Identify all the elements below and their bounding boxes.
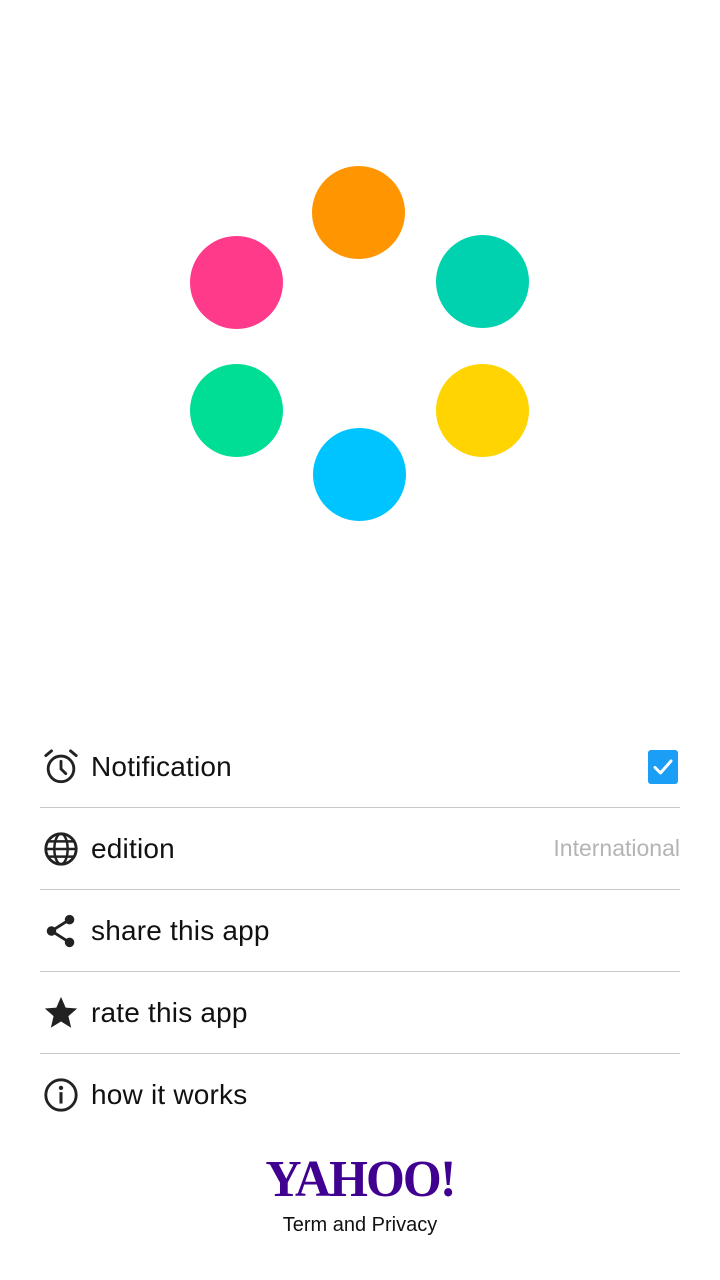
- pink-dot: [190, 236, 283, 329]
- share-row[interactable]: share this app: [40, 890, 680, 972]
- footer: YAHOO! Term and Privacy: [0, 1152, 720, 1237]
- yellow-dot: [436, 364, 529, 457]
- share-label: share this app: [91, 914, 270, 946]
- info-icon: [41, 1075, 81, 1115]
- orange-dot: [312, 166, 405, 259]
- share-icon: [41, 911, 81, 951]
- alarm-clock-icon: [41, 747, 81, 787]
- settings-menu: Notification edition International share…: [40, 726, 680, 1135]
- notification-row[interactable]: Notification: [40, 726, 680, 808]
- notification-checkbox[interactable]: [648, 749, 678, 784]
- green-dot: [190, 364, 283, 457]
- rate-label: rate this app: [91, 996, 248, 1028]
- terms-link[interactable]: Term and Privacy: [0, 1214, 720, 1237]
- edition-row[interactable]: edition International: [40, 808, 680, 890]
- checkmark-icon: [653, 759, 673, 774]
- yahoo-logo: YAHOO!: [265, 1151, 456, 1208]
- edition-label: edition: [91, 832, 175, 864]
- blue-dot: [313, 428, 406, 521]
- app-logo: [0, 0, 720, 700]
- star-icon: [41, 993, 81, 1033]
- settings-screen: Notification edition International share…: [0, 0, 720, 1280]
- teal-dot: [436, 235, 529, 328]
- how-it-works-row[interactable]: how it works: [40, 1054, 680, 1135]
- how-it-works-label: how it works: [91, 1078, 248, 1110]
- rate-row[interactable]: rate this app: [40, 972, 680, 1054]
- edition-value: International: [553, 835, 680, 861]
- notification-label: Notification: [91, 750, 232, 782]
- globe-icon: [41, 829, 81, 869]
